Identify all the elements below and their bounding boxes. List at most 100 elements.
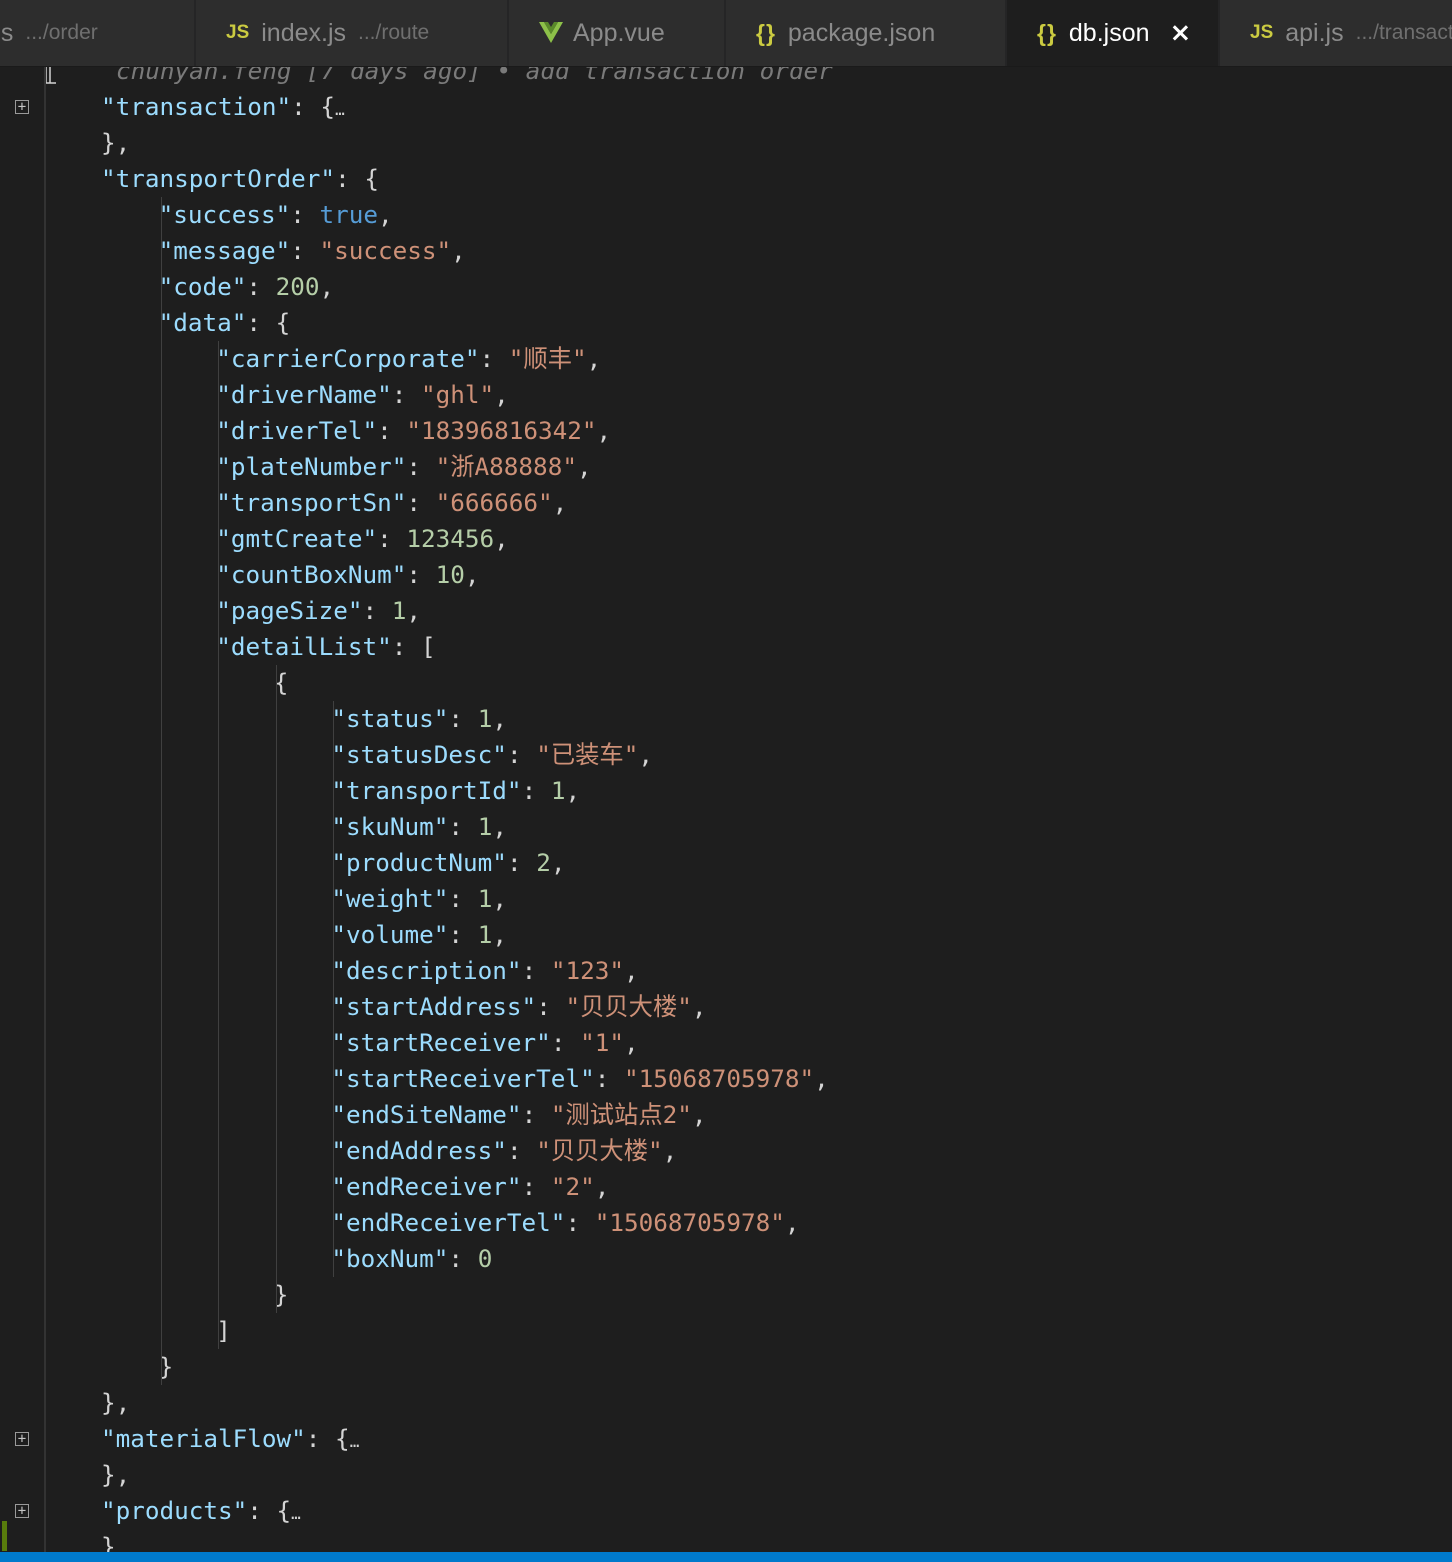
code-line[interactable]: "endAddress": "贝贝大楼",: [331, 1133, 677, 1169]
code-line[interactable]: "volume": 1,: [331, 917, 507, 953]
tab-label: index.js: [261, 18, 347, 47]
tab-index-js[interactable]: JS index.js .../route: [196, 0, 508, 66]
json-string: "测试站点2": [550, 1100, 692, 1129]
json-string: "ghl": [421, 380, 495, 409]
code-line[interactable]: "pageSize": 1,: [216, 593, 421, 629]
folded-ellipsis[interactable]: …: [335, 100, 345, 119]
code-area[interactable]: chunyan.feng [7 days ago] • add transact…: [59, 67, 1452, 1552]
json-punctuation: ,: [464, 560, 480, 589]
code-line[interactable]: "statusDesc": "已装车",: [331, 737, 653, 773]
json-string: "1": [580, 1028, 624, 1057]
code-line[interactable]: "message": "success",: [159, 233, 466, 269]
json-punctuation: :: [448, 704, 478, 733]
expand-fold-icon[interactable]: +: [15, 100, 29, 114]
json-key: "data": [158, 308, 247, 337]
gutter-divider: [44, 67, 46, 1552]
code-line[interactable]: "products": {…: [101, 1493, 301, 1529]
json-punctuation: : {: [247, 1496, 292, 1525]
tab-db-json[interactable]: {} db.json ×: [1007, 0, 1219, 66]
json-punctuation: :: [521, 1172, 551, 1201]
json-string: "贝贝大楼": [565, 992, 692, 1021]
tab-api-js[interactable]: api.js .../order: [0, 0, 195, 66]
js-icon: JS: [1250, 22, 1274, 43]
code-line[interactable]: "transportOrder": {: [101, 161, 379, 197]
tab-label: package.json: [787, 18, 936, 47]
code-line[interactable]: "endSiteName": "测试站点2",: [331, 1097, 706, 1133]
json-string: "18396816342": [406, 416, 597, 445]
json-punctuation: : [: [391, 632, 436, 661]
code-line[interactable]: "code": 200,: [159, 269, 335, 305]
json-key: "products": [101, 1496, 248, 1525]
json-number: 1: [477, 812, 493, 841]
code-line[interactable]: "skuNum": 1,: [331, 809, 507, 845]
json-punctuation: :: [290, 200, 320, 229]
json-punctuation: ,: [550, 848, 566, 877]
code-line[interactable]: "gmtCreate": 123456,: [216, 521, 509, 557]
code-line[interactable]: "detailList": [: [216, 629, 435, 665]
code-line[interactable]: },: [101, 1457, 130, 1493]
code-line[interactable]: "endReceiver": "2",: [331, 1169, 609, 1205]
code-line[interactable]: "startAddress": "贝贝大楼",: [331, 989, 706, 1025]
json-string: "贝贝大楼": [536, 1136, 663, 1165]
json-punctuation: ,: [691, 1100, 707, 1129]
tab-app-vue[interactable]: App.vue: [509, 0, 725, 66]
code-line[interactable]: },: [101, 1385, 130, 1421]
code-line[interactable]: "description": "123",: [331, 953, 638, 989]
code-line[interactable]: "carrierCorporate": "顺丰",: [216, 341, 601, 377]
code-line[interactable]: "transportSn": "666666",: [216, 485, 567, 521]
code-line[interactable]: "boxNum": 0: [331, 1241, 492, 1277]
code-line[interactable]: "plateNumber": "浙A88888",: [216, 449, 591, 485]
folded-ellipsis[interactable]: …: [350, 1432, 360, 1451]
code-line[interactable]: "countBoxNum": 10,: [216, 557, 479, 593]
expand-fold-icon[interactable]: +: [15, 1432, 29, 1446]
json-punctuation: :: [506, 740, 537, 769]
code-line[interactable]: "success": true,: [159, 197, 393, 233]
json-punctuation: :: [550, 1028, 581, 1057]
json-key: "gmtCreate": [216, 524, 378, 553]
close-icon[interactable]: ×: [1170, 18, 1192, 48]
tab-path-hint: .../transaction: [1355, 21, 1452, 44]
code-line[interactable]: "productNum": 2,: [331, 845, 565, 881]
json-key: "endReceiverTel": [331, 1208, 566, 1237]
code-line[interactable]: },: [101, 125, 130, 161]
code-line[interactable]: "driverName": "ghl",: [216, 377, 509, 413]
json-string: "已装车": [536, 740, 639, 769]
code-editor[interactable]: + + + chunyan.feng [7 days ago] • add tran…: [0, 67, 1452, 1552]
folded-ellipsis[interactable]: …: [291, 1504, 301, 1523]
json-punctuation: :: [448, 920, 478, 949]
tab-package-json[interactable]: {} package.json: [726, 0, 1006, 66]
json-punctuation: :: [521, 1100, 551, 1129]
json-punctuation: :: [536, 992, 566, 1021]
code-line[interactable]: "startReceiver": "1",: [331, 1025, 638, 1061]
json-punctuation: ,: [594, 1172, 610, 1201]
json-key: "countBoxNum": [216, 560, 407, 589]
code-line[interactable]: "driverTel": "18396816342",: [216, 413, 611, 449]
code-line[interactable]: "transportId": 1,: [331, 773, 580, 809]
json-punctuation: : {: [305, 1424, 350, 1453]
json-key: "startReceiverTel": [331, 1064, 595, 1093]
json-punctuation: ,: [319, 272, 335, 301]
json-punctuation: :: [377, 416, 407, 445]
tab-api-js[interactable]: JS api.js .../transaction: [1220, 0, 1452, 66]
code-line[interactable]: "data": {: [159, 305, 291, 341]
json-punctuation: }: [101, 1532, 116, 1552]
json-punctuation: ,: [492, 704, 507, 733]
json-punctuation: :: [406, 560, 436, 589]
json-punctuation: :: [506, 1136, 537, 1165]
json-key: "endReceiver": [331, 1172, 522, 1201]
json-number: 1: [477, 920, 493, 949]
json-icon: {}: [756, 19, 776, 46]
json-key: "productNum": [331, 848, 507, 877]
code-line[interactable]: "status": 1,: [331, 701, 507, 737]
git-change-marker: [2, 1521, 7, 1551]
code-line[interactable]: "weight": 1,: [331, 881, 507, 917]
code-line[interactable]: "materialFlow": {…: [101, 1421, 360, 1457]
expand-fold-icon[interactable]: +: [15, 1504, 29, 1518]
json-punctuation: :: [594, 1064, 624, 1093]
code-line[interactable]: "transaction": {…: [101, 89, 345, 125]
code-line[interactable]: "endReceiverTel": "15068705978",: [331, 1205, 799, 1241]
code-line[interactable]: }: [101, 1529, 116, 1552]
json-string: "15068705978": [594, 1208, 785, 1237]
json-punctuation: :: [377, 524, 407, 553]
code-line[interactable]: "startReceiverTel": "15068705978",: [331, 1061, 828, 1097]
